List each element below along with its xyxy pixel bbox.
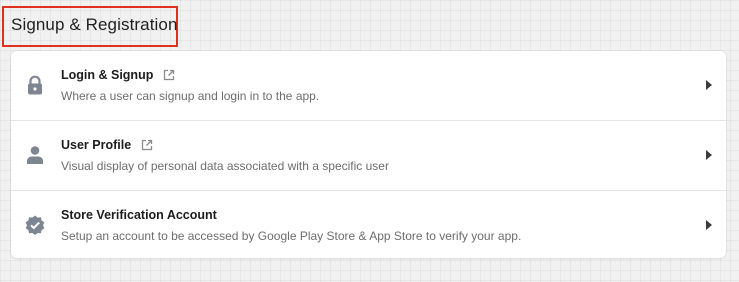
chevron-right-icon <box>706 80 712 90</box>
list-item-description: Visual display of personal data associat… <box>61 159 389 173</box>
chevron-right-icon <box>706 220 712 230</box>
list-item-title: Store Verification Account <box>61 208 217 222</box>
list-item-description: Setup an account to be accessed by Googl… <box>61 229 522 243</box>
list-item-login-signup[interactable]: Login & Signup Where a user can signup a… <box>11 51 726 120</box>
user-icon <box>27 146 43 164</box>
list-item-title: User Profile <box>61 138 154 152</box>
list-item-description: Where a user can signup and login in to … <box>61 89 320 103</box>
section-title: Signup & Registration <box>11 15 178 34</box>
list-item-store-verification[interactable]: Store Verification Account Setup an acco… <box>11 190 726 258</box>
list-item-user-profile[interactable]: User Profile Visual display of personal … <box>11 120 726 190</box>
list-item-title-text: User Profile <box>61 138 132 152</box>
chevron-right-icon <box>706 150 712 160</box>
settings-card: Login & Signup Where a user can signup a… <box>11 51 726 258</box>
lock-icon <box>28 75 42 95</box>
external-link-icon[interactable] <box>140 138 154 152</box>
list-item-title: Login & Signup <box>61 68 176 82</box>
external-link-icon[interactable] <box>162 68 176 82</box>
list-item-title-text: Login & Signup <box>61 68 154 82</box>
verified-badge-icon <box>25 215 45 235</box>
list-item-title-text: Store Verification Account <box>61 208 217 222</box>
